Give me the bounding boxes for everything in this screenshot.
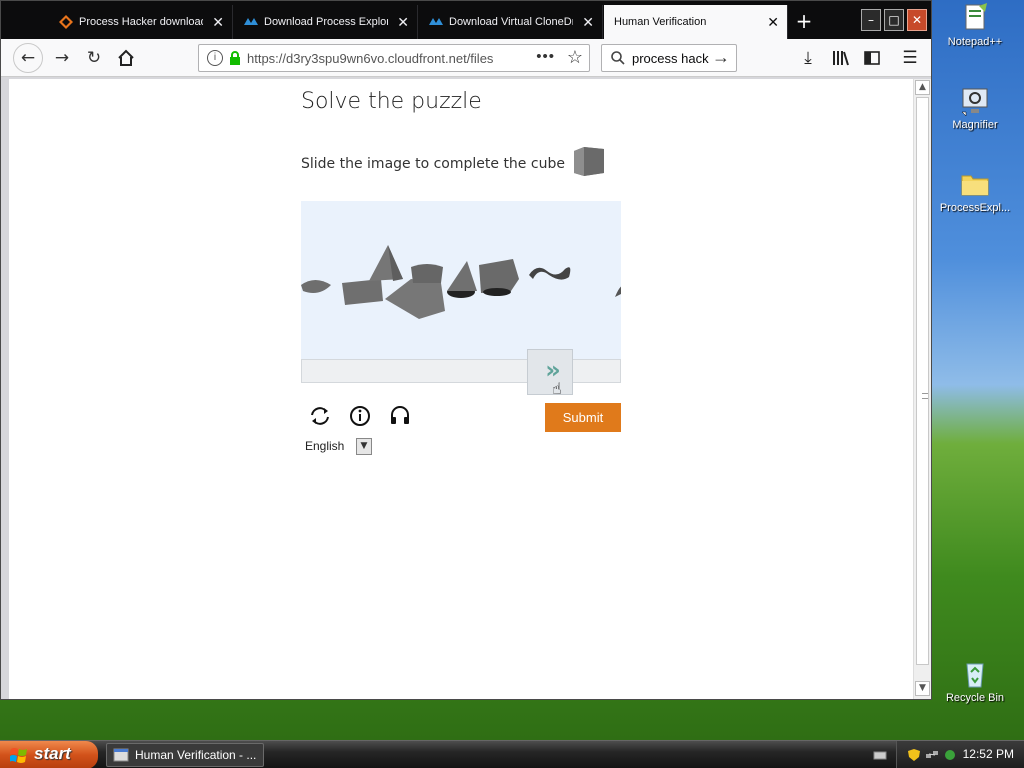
audio-challenge-icon[interactable] xyxy=(387,403,413,429)
magnifier-icon xyxy=(961,88,988,117)
tab-close-icon[interactable]: ✕ xyxy=(397,14,409,31)
network-icon[interactable] xyxy=(925,748,939,762)
tab-process-hacker[interactable]: Process Hacker download ✕ xyxy=(49,5,233,39)
puzzle-image[interactable] xyxy=(301,201,621,361)
tab-label: Human Verification xyxy=(614,16,707,28)
tab-virtual-clonedrive[interactable]: Download Virtual CloneDrive ✕ xyxy=(419,5,603,39)
search-bar[interactable]: process hack → xyxy=(601,44,737,72)
windows-flag-icon xyxy=(10,748,27,763)
desktop-icon-notepadpp[interactable]: Notepad++ xyxy=(933,2,1017,48)
tab-close-icon[interactable]: ✕ xyxy=(767,14,779,31)
folder-icon xyxy=(961,175,989,196)
page-content: Solve the puzzle Slide the image to comp… xyxy=(9,79,913,699)
microsoft-favicon-icon xyxy=(429,18,443,25)
update-icon[interactable] xyxy=(943,748,957,762)
taskbar-item-label: Human Verification - ... xyxy=(135,748,257,762)
tab-strip: Process Hacker download ✕ Download Proce… xyxy=(1,1,931,39)
maximize-button[interactable]: □ xyxy=(884,9,904,31)
recycle-bin-icon xyxy=(966,663,984,688)
reload-button[interactable]: ↻ xyxy=(81,45,107,71)
sourceforge-favicon-icon xyxy=(59,15,73,29)
submit-button[interactable]: Submit xyxy=(545,403,621,432)
vertical-scrollbar[interactable]: ▲ ▼ xyxy=(913,79,931,699)
page-title: Solve the puzzle xyxy=(301,89,482,114)
taskbar: start Human Verification - ... 12:52 PM xyxy=(0,740,1024,768)
browser-window-icon xyxy=(113,748,129,762)
hand-cursor-icon: ☝ xyxy=(552,379,562,398)
language-dropdown[interactable]: ▼ xyxy=(356,438,372,455)
tab-process-explorer[interactable]: Download Process Explorer ✕ xyxy=(234,5,418,39)
navigation-toolbar: ← → ↻ i https://d3ry3spu9wn6vo.cloudfron… xyxy=(1,39,931,77)
url-bar[interactable]: i https://d3ry3spu9wn6vo.cloudfront.net/… xyxy=(198,44,590,72)
lock-icon xyxy=(230,51,240,65)
desktop-icon-magnifier[interactable]: Magnifier xyxy=(933,85,1017,131)
browser-window: Process Hacker download ✕ Download Proce… xyxy=(0,0,932,700)
desktop-icon-label: ProcessExpl... xyxy=(939,202,1011,214)
microsoft-favicon-icon xyxy=(244,18,258,25)
tab-human-verification[interactable]: Human Verification ✕ xyxy=(604,5,788,39)
desktop-icon-processexplorer[interactable]: ProcessExpl... xyxy=(933,168,1017,214)
library-icon[interactable] xyxy=(829,47,851,69)
menu-icon[interactable]: ☰ xyxy=(899,47,921,69)
sidebar-icon[interactable] xyxy=(861,47,883,69)
bookmark-star-icon[interactable]: ☆ xyxy=(567,47,583,68)
keyboard-icon[interactable] xyxy=(873,748,887,762)
scroll-up-icon[interactable]: ▲ xyxy=(915,80,930,95)
desktop-icon-recycle-bin[interactable]: Recycle Bin xyxy=(933,658,1017,704)
forward-button[interactable]: → xyxy=(49,45,75,71)
taskbar-item-browser[interactable]: Human Verification - ... xyxy=(106,743,264,767)
double-chevron-right-icon: » xyxy=(545,356,561,384)
desktop-icon-label: Recycle Bin xyxy=(945,692,1005,704)
back-button[interactable]: ← xyxy=(13,43,43,73)
clock: 12:52 PM xyxy=(962,747,1014,761)
url-text: https://d3ry3spu9wn6vo.cloudfront.net/fi… xyxy=(247,50,494,66)
new-tab-button[interactable]: + xyxy=(791,9,817,33)
tab-label: Download Process Explorer xyxy=(264,16,388,28)
notepadpp-icon xyxy=(965,3,987,30)
tab-label: Process Hacker download xyxy=(79,16,203,28)
info-icon[interactable] xyxy=(347,403,373,429)
tab-close-icon[interactable]: ✕ xyxy=(582,14,594,31)
slider-handle[interactable]: » xyxy=(527,349,573,395)
search-icon xyxy=(611,51,625,65)
tab-close-icon[interactable]: ✕ xyxy=(212,14,224,31)
scroll-thumb[interactable] xyxy=(916,97,929,665)
downloads-icon[interactable]: ⤓ xyxy=(797,47,819,69)
start-button[interactable]: start xyxy=(0,741,98,768)
scroll-down-icon[interactable]: ▼ xyxy=(915,681,930,696)
tab-label: Download Virtual CloneDrive xyxy=(449,16,573,28)
slider-track[interactable] xyxy=(301,359,621,383)
minimize-button[interactable]: – xyxy=(861,9,881,31)
desktop-icon-label: Magnifier xyxy=(952,119,998,131)
system-tray: 12:52 PM xyxy=(873,741,1024,768)
security-shield-icon[interactable] xyxy=(907,748,921,762)
puzzle-instruction: Slide the image to complete the cube xyxy=(301,156,565,172)
start-label: start xyxy=(34,744,71,763)
close-window-button[interactable]: ✕ xyxy=(907,9,927,31)
language-label: English xyxy=(305,439,345,453)
home-icon xyxy=(118,49,134,66)
page-actions-icon[interactable]: ••• xyxy=(536,48,555,65)
search-input[interactable]: process hack xyxy=(632,51,712,66)
home-button[interactable] xyxy=(113,45,139,71)
info-icon[interactable]: i xyxy=(207,50,223,66)
search-go-icon[interactable]: → xyxy=(712,47,730,68)
cube-sample-icon xyxy=(574,147,604,176)
desktop-icon-label: Notepad++ xyxy=(947,36,1003,48)
refresh-icon[interactable] xyxy=(307,403,333,429)
